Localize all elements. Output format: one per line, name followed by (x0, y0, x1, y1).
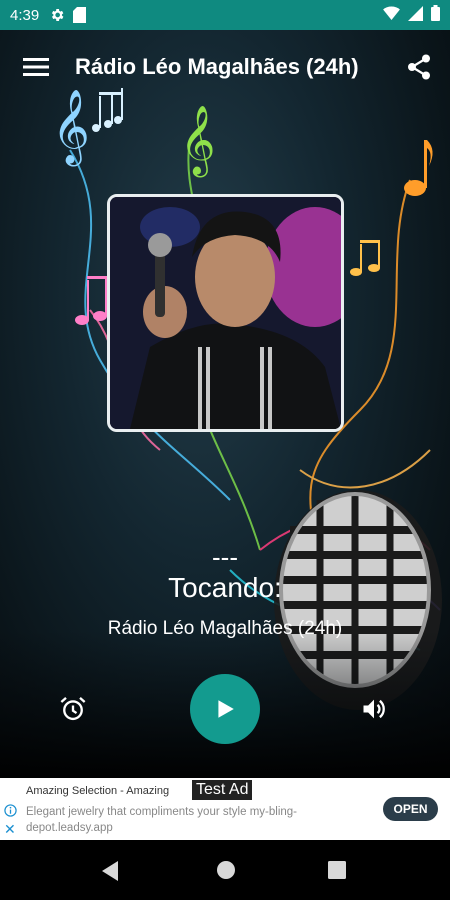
alarm-icon[interactable] (54, 690, 92, 728)
album-art (107, 194, 344, 432)
status-right (383, 5, 440, 25)
now-playing-dashes: --- (212, 542, 238, 572)
app-toolbar: Rádio Léo Magalhães (24h) (0, 30, 450, 102)
home-icon[interactable] (216, 860, 236, 885)
ad-description: Elegant jewelry that compliments your st… (26, 806, 297, 834)
gear-icon (49, 7, 65, 23)
volume-icon[interactable] (355, 690, 393, 728)
ad-banner[interactable]: Amazing Selection - Amazing Test Ad ✕ El… (0, 778, 450, 840)
status-time: 4:39 (10, 6, 40, 24)
play-button[interactable] (190, 674, 260, 744)
svg-text:𝄞: 𝄞 (180, 105, 215, 177)
close-icon[interactable]: ✕ (4, 822, 16, 836)
ad-open-button[interactable]: OPEN (383, 797, 438, 821)
player-screen: 𝄞 𝄞 Rádio Léo Magalhães (24h) --- Tocand… (0, 30, 450, 778)
system-nav-bar (0, 840, 450, 900)
ad-title: Amazing Selection - Amazing (26, 785, 170, 797)
recents-icon[interactable] (328, 861, 346, 884)
wifi-icon (383, 6, 400, 24)
app-title: Rádio Léo Magalhães (24h) (75, 54, 359, 79)
play-icon (218, 700, 234, 718)
test-ad-badge: Test Ad (192, 780, 253, 800)
share-icon[interactable] (402, 52, 436, 82)
now-playing-label: Tocando: (168, 572, 282, 603)
sd-card-icon (73, 7, 87, 23)
hamburger-menu-icon[interactable] (18, 52, 54, 82)
info-icon[interactable] (4, 804, 17, 822)
signal-icon (408, 5, 423, 25)
battery-icon (431, 5, 440, 25)
station-name: Rádio Léo Magalhães (24h) (107, 618, 343, 639)
status-bar: 4:39 (0, 0, 450, 30)
back-icon[interactable] (100, 860, 120, 887)
